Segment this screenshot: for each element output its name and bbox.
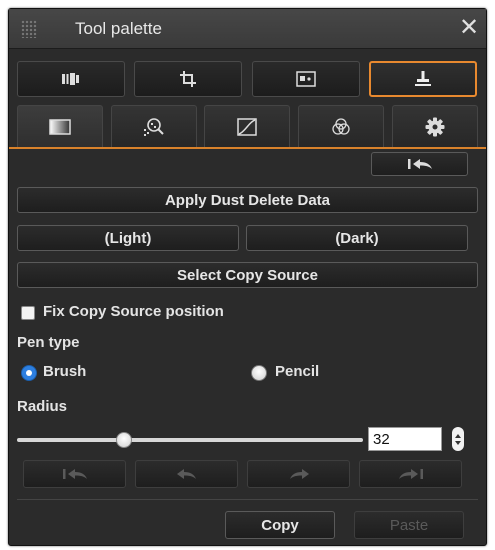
image-strip-icon xyxy=(62,73,79,85)
crop-icon xyxy=(180,71,196,87)
pen-type-label: Pen type xyxy=(17,334,80,351)
paste-label: Paste xyxy=(389,516,429,534)
fix-copy-source-label: Fix Copy Source position xyxy=(43,303,224,320)
undo-all-button[interactable] xyxy=(23,460,126,488)
radius-slider-thumb[interactable] xyxy=(116,432,132,448)
redo-icon xyxy=(289,469,309,479)
copy-button[interactable]: Copy xyxy=(225,511,335,539)
redo-all-button[interactable] xyxy=(359,460,462,488)
radius-label: Radius xyxy=(17,398,68,415)
tab-stamp[interactable] xyxy=(369,61,477,97)
tab-settings[interactable] xyxy=(392,105,478,147)
zoom-dust-icon xyxy=(144,117,164,136)
radius-slider[interactable] xyxy=(17,432,363,448)
light-button[interactable]: (Light) xyxy=(17,225,239,251)
tab-dust-zoom[interactable] xyxy=(111,105,197,147)
paste-button[interactable]: Paste xyxy=(354,511,464,539)
close-icon[interactable]: ✕ xyxy=(458,16,480,40)
redo-all-icon xyxy=(398,469,423,479)
tool-palette-window: Tool palette ✕ Apply Dust Delete Data (L… xyxy=(8,8,487,546)
tab-image-strip[interactable] xyxy=(17,61,125,97)
copy-label: Copy xyxy=(261,516,299,534)
stepper-up-icon[interactable] xyxy=(455,433,461,438)
title-bar[interactable]: Tool palette ✕ xyxy=(9,9,486,49)
color-circles-icon xyxy=(332,117,350,135)
apply-dust-delete-label: Apply Dust Delete Data xyxy=(164,191,331,209)
brush-label: Brush xyxy=(43,363,87,380)
tab-picture-adjust[interactable] xyxy=(252,61,360,97)
select-copy-source-label: Select Copy Source xyxy=(177,266,318,284)
stepper-down-icon[interactable] xyxy=(455,440,461,445)
undo-all-icon xyxy=(62,469,87,479)
tab-tone-curve[interactable] xyxy=(204,105,290,147)
undo-icon xyxy=(176,469,196,479)
bottom-divider xyxy=(17,499,478,500)
tab-color[interactable] xyxy=(298,105,384,147)
tone-curve-icon xyxy=(237,117,257,136)
brush-radio[interactable] xyxy=(21,365,37,381)
picture-adjust-icon xyxy=(296,71,316,87)
revert-to-start-button[interactable] xyxy=(371,152,468,176)
undo-to-start-icon xyxy=(407,159,432,169)
active-tab-underline xyxy=(9,147,486,149)
tab-basic-adjust[interactable] xyxy=(17,105,103,147)
pencil-label: Pencil xyxy=(275,363,320,380)
tab-crop[interactable] xyxy=(134,61,242,97)
light-label: (Light) xyxy=(104,229,152,247)
stamp-icon xyxy=(415,71,431,86)
select-copy-source-button[interactable]: Select Copy Source xyxy=(17,262,478,288)
apply-dust-delete-button[interactable]: Apply Dust Delete Data xyxy=(17,187,478,213)
radius-stepper[interactable] xyxy=(452,427,464,451)
dark-label: (Dark) xyxy=(335,229,379,247)
redo-button[interactable] xyxy=(247,460,350,488)
radius-input[interactable] xyxy=(368,427,442,451)
gear-icon xyxy=(425,117,445,136)
sub-tab-row xyxy=(17,105,478,147)
undo-button[interactable] xyxy=(135,460,238,488)
top-tab-row xyxy=(17,61,478,97)
pencil-radio[interactable] xyxy=(251,365,267,381)
dark-button[interactable]: (Dark) xyxy=(246,225,468,251)
fix-copy-source-checkbox[interactable] xyxy=(21,306,35,320)
window-title: Tool palette xyxy=(75,19,162,38)
drag-grip-icon[interactable] xyxy=(21,20,37,38)
gradient-square-icon xyxy=(49,118,71,135)
